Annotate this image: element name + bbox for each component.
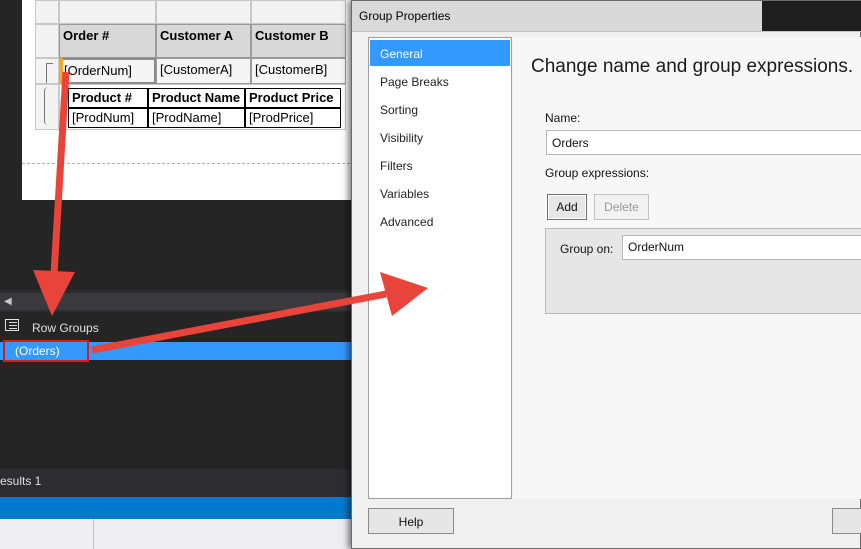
column-handle[interactable] [251,0,346,24]
group-bracket-icon [44,87,51,125]
ok-button[interactable] [832,508,861,534]
subheader-product-price[interactable]: Product Price [245,88,341,108]
scroll-left-icon[interactable]: ◀ [4,296,12,307]
report-canvas[interactable]: Order # Customer A Customer B [OrderNum]… [22,0,356,200]
group-bracket-icon [46,63,53,83]
subcell-prod-name[interactable]: [ProdName] [148,108,245,128]
status-bar [0,497,355,519]
subheader-product-num[interactable]: Product # [68,88,148,108]
dialog-title: Group Properties [359,9,451,23]
row-handle[interactable] [35,58,59,84]
column-handle[interactable] [156,0,251,24]
selection-marker [59,58,63,84]
nav-item-page-breaks[interactable]: Page Breaks [370,68,510,94]
help-button[interactable]: Help [368,508,454,534]
delete-button[interactable]: Delete [594,194,649,220]
group-expressions-panel: Group on: OrderNum [545,228,861,314]
results-tab[interactable]: esults 1 [0,474,41,488]
name-field[interactable]: Orders [546,130,861,155]
cell-customer-b[interactable]: [CustomerB] [251,58,346,84]
horizontal-scrollbar[interactable]: ◀ [0,293,355,310]
nav-item-filters[interactable]: Filters [370,152,510,178]
group-item-orders[interactable]: (Orders) [3,340,89,362]
subcell-prod-price[interactable]: [ProdPrice] [245,108,341,128]
row-handle[interactable] [35,24,59,58]
row-groups-header: Row Groups [0,312,355,340]
name-label: Name: [545,111,581,125]
titlebar-dark-region [762,1,861,31]
row-groups-panel: Row Groups (Orders) [0,312,355,469]
report-designer-area: Order # Customer A Customer B [OrderNum]… [0,0,356,290]
header-customer-b[interactable]: Customer B [251,24,346,58]
nav-item-advanced[interactable]: Advanced [370,208,510,234]
page-break-line [22,163,355,164]
group-on-label: Group on: [560,242,614,256]
subheader-product-name[interactable]: Product Name [148,88,245,108]
subcell-prod-num[interactable]: [ProdNum] [68,108,148,128]
cell-customer-a[interactable]: [CustomerA] [156,58,251,84]
dialog-titlebar[interactable]: Group Properties [352,1,861,32]
row-groups-icon [5,319,19,331]
dialog-nav: General Page Breaks Sorting Visibility F… [368,37,512,499]
bottom-band [0,519,355,549]
nav-item-variables[interactable]: Variables [370,180,510,206]
add-button[interactable]: Add [547,194,587,220]
column-handle[interactable] [59,0,156,24]
nav-item-general[interactable]: General [370,40,510,66]
dialog-content: Change name and group expressions. Name:… [513,37,861,499]
nav-item-sorting[interactable]: Sorting [370,96,510,122]
group-properties-dialog: Group Properties General Page Breaks Sor… [351,0,861,549]
cell-order-num[interactable]: [OrderNum] [59,58,156,84]
header-order-num[interactable]: Order # [59,24,156,58]
row-groups-title: Row Groups [32,321,99,335]
nav-item-visibility[interactable]: Visibility [370,124,510,150]
results-tab-strip: esults 1 [0,469,355,497]
page-title: Change name and group expressions. [531,56,854,77]
group-on-field[interactable]: OrderNum [622,235,861,260]
header-customer-a[interactable]: Customer A [156,24,251,58]
group-expressions-label: Group expressions: [545,166,650,180]
column-handle[interactable] [35,0,59,24]
row-handle[interactable] [35,84,59,130]
